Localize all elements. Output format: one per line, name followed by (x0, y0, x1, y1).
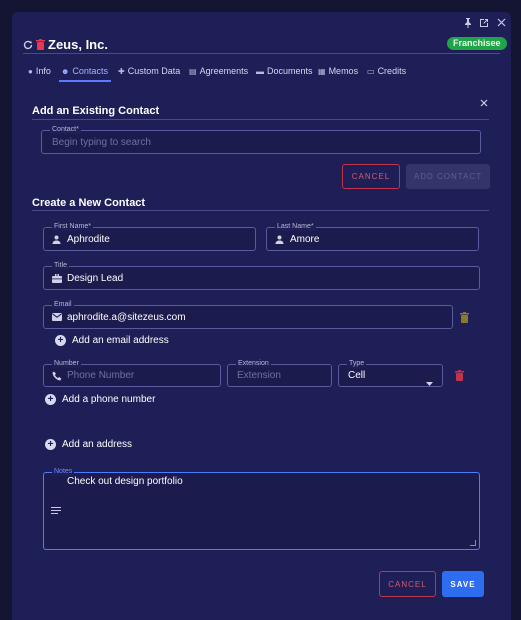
last-name-field[interactable]: Last Name* Amore (266, 222, 479, 251)
tab-info[interactable]: ● Info (28, 64, 51, 78)
add-phone-button[interactable]: + Add a phone number (45, 394, 155, 405)
active-tab-indicator (59, 80, 111, 82)
notes-lines-icon (51, 507, 61, 516)
phone-number-input[interactable]: Phone Number (67, 365, 134, 386)
puzzle-icon: ✚ (118, 66, 125, 76)
add-circle-icon: + (45, 439, 56, 450)
cancel-existing-button[interactable]: CANCEL (342, 164, 400, 189)
status-badge: Franchisee (447, 37, 507, 50)
phone-type-select[interactable]: Type Cell (338, 359, 443, 387)
add-contact-button[interactable]: ADD CONTACT (406, 164, 490, 189)
contact-search-input[interactable]: Begin typing to search (52, 131, 151, 153)
contact-search-field[interactable]: Contact* Begin typing to search (41, 125, 481, 154)
phone-type-value: Cell (348, 370, 366, 381)
people-icon: ☻ (61, 66, 70, 76)
first-name-field[interactable]: First Name* Aphrodite (43, 222, 256, 251)
add-circle-icon: + (55, 335, 66, 346)
envelope-icon (52, 306, 62, 328)
briefcase-icon (52, 267, 62, 289)
title-divider (23, 53, 500, 54)
add-address-button[interactable]: + Add an address (45, 439, 132, 450)
credit-icon: ▭ (367, 66, 375, 76)
info-icon: ● (28, 66, 33, 76)
delete-email-icon[interactable] (459, 311, 469, 323)
cancel-button[interactable]: CANCEL (379, 571, 436, 597)
new-contact-heading: Create a New Contact (32, 197, 146, 209)
person-icon (275, 228, 284, 250)
existing-contact-heading: Add an Existing Contact (32, 105, 160, 117)
phone-number-field[interactable]: Number Phone Number (43, 359, 221, 387)
existing-divider (32, 119, 489, 120)
chevron-down-icon (426, 373, 433, 391)
tab-memos[interactable]: ▦ Memos (318, 64, 358, 78)
close-icon[interactable] (480, 94, 488, 112)
pin-icon[interactable] (463, 18, 473, 28)
tab-custom-data[interactable]: ✚ Custom Data (118, 64, 180, 78)
add-circle-icon: + (45, 394, 56, 405)
last-name-input[interactable]: Amore (290, 228, 319, 250)
resize-handle[interactable] (470, 540, 476, 546)
tab-contacts[interactable]: ☻ Contacts (61, 64, 108, 78)
folder-icon: ▬ (256, 66, 264, 76)
tab-documents[interactable]: ▬ Documents (256, 64, 313, 78)
popout-icon[interactable] (479, 18, 489, 28)
new-contact-divider (32, 210, 489, 211)
document-icon: ▤ (189, 66, 197, 76)
extension-field[interactable]: Extension Extension (227, 359, 332, 387)
email-input[interactable]: aphrodite.a@sitezeus.com (67, 306, 186, 328)
notes-field[interactable]: Notes Check out design portfolio (43, 467, 480, 550)
add-email-button[interactable]: + Add an email address (55, 335, 169, 346)
first-name-input[interactable]: Aphrodite (67, 228, 110, 250)
phone-icon (52, 365, 62, 386)
email-field[interactable]: Email aphrodite.a@sitezeus.com (43, 300, 453, 329)
memo-icon: ▦ (318, 66, 326, 76)
notes-label: Notes (52, 467, 75, 476)
notes-textarea[interactable]: Check out design portfolio (67, 476, 183, 487)
contact-dialog: Zeus, Inc. Franchisee ● Info ☻ Contacts ✚ C… (12, 12, 511, 620)
delete-phone-icon[interactable] (454, 369, 464, 381)
extension-input[interactable]: Extension (237, 365, 281, 386)
tab-agreements[interactable]: ▤ Agreements (189, 64, 248, 78)
person-icon (52, 228, 61, 250)
title-input[interactable]: Design Lead (67, 267, 123, 289)
tab-credits[interactable]: ▭ Credits (367, 64, 406, 78)
close-window-icon[interactable] (496, 18, 506, 28)
title-field[interactable]: Title Design Lead (43, 261, 480, 290)
save-button[interactable]: SAVE (442, 571, 484, 597)
account-title: Zeus, Inc. (48, 37, 108, 52)
